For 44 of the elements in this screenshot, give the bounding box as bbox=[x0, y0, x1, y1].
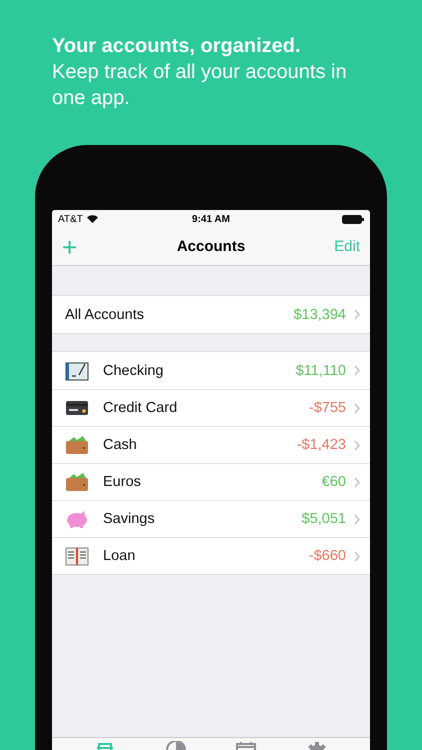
account-balance: $13,394 bbox=[294, 306, 346, 322]
credit-card-icon bbox=[65, 398, 89, 418]
wallet-icon bbox=[65, 472, 89, 492]
account-name: Credit Card bbox=[103, 400, 178, 416]
account-balance: -$755 bbox=[308, 400, 346, 416]
wallet-icon bbox=[65, 435, 89, 455]
account-balance: -$1,423 bbox=[296, 437, 346, 453]
ledger-book-icon bbox=[65, 546, 89, 566]
calendar-icon[interactable] bbox=[235, 741, 258, 750]
account-balance: €60 bbox=[322, 474, 346, 490]
account-row[interactable]: Euros €60 bbox=[52, 463, 370, 500]
chevron-icon bbox=[354, 365, 360, 376]
piggy-bank-icon bbox=[65, 509, 89, 529]
account-row[interactable]: Checking $11,110 bbox=[52, 352, 370, 389]
nav-title: Accounts bbox=[176, 238, 246, 255]
chevron-icon bbox=[354, 402, 360, 414]
account-balance: $5,051 bbox=[302, 511, 346, 527]
headline: Your accounts, organized. bbox=[52, 34, 302, 59]
gear-icon[interactable] bbox=[306, 741, 328, 750]
account-row[interactable]: Loan -$660 bbox=[52, 537, 370, 574]
chevron-icon bbox=[354, 550, 360, 562]
account-name: Loan bbox=[103, 548, 136, 564]
carrier-label: AT&T bbox=[58, 214, 83, 224]
checkbook-icon bbox=[65, 360, 89, 380]
account-name: Euros bbox=[103, 474, 142, 490]
account-name: Cash bbox=[103, 437, 138, 453]
account-balance: -$660 bbox=[308, 548, 346, 564]
chevron-icon bbox=[354, 476, 360, 488]
account-row[interactable]: Savings $5,051 bbox=[52, 500, 370, 537]
account-balance: $11,110 bbox=[296, 362, 346, 378]
pie-chart-icon[interactable] bbox=[164, 741, 187, 750]
account-name: Savings bbox=[103, 511, 156, 527]
account-row[interactable]: Cash -$1,423 bbox=[52, 426, 370, 463]
subheadline: Keep track of all your accounts in one app. bbox=[52, 60, 348, 111]
account-name: All Accounts bbox=[65, 306, 145, 322]
all-accounts-row[interactable]: All Accounts $13,394 bbox=[52, 296, 370, 333]
chevron-icon bbox=[354, 309, 360, 320]
status-time: 9:41 AM bbox=[192, 214, 230, 224]
battery-icon bbox=[342, 214, 364, 224]
account-name: Checking bbox=[103, 362, 164, 378]
account-row[interactable]: Credit Card -$755 bbox=[52, 389, 370, 426]
chevron-icon bbox=[354, 514, 360, 524]
chevron-icon bbox=[354, 440, 360, 450]
wifi-icon bbox=[86, 215, 98, 223]
